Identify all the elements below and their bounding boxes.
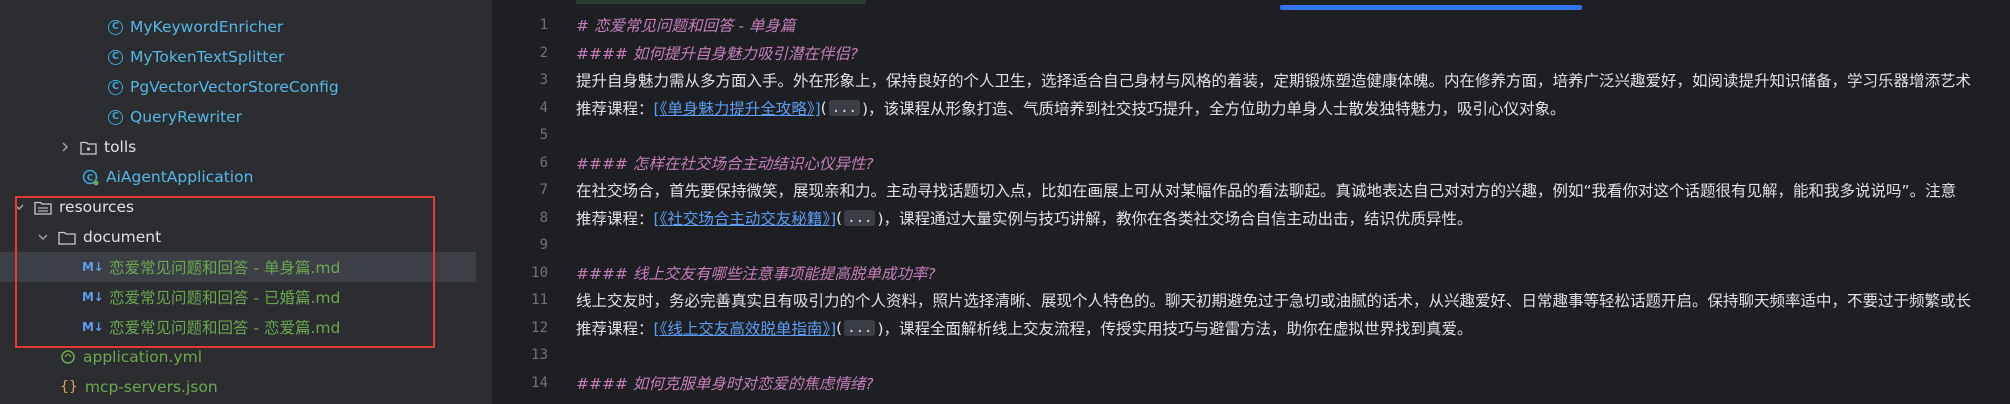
folded-url-button[interactable]: ... xyxy=(844,320,876,336)
tree-item-label: MyTokenTextSplitter xyxy=(130,48,285,66)
editor-edge-fade xyxy=(1986,0,2010,404)
tree-item-document[interactable]: document xyxy=(0,222,476,252)
editor-line-2[interactable]: #### 如何提升自身魅力吸引潜在伴侣? xyxy=(576,38,858,68)
line-number: 13 xyxy=(531,347,548,363)
line-text: 推荐课程： xyxy=(576,210,654,228)
class-icon: C xyxy=(108,109,123,125)
tree-item-label: resources xyxy=(59,198,135,216)
editor-line-1[interactable]: # 恋爱常见问题和回答 - 单身篇 xyxy=(576,10,795,40)
line-number: 12 xyxy=(531,320,548,336)
tree-item-queryrewriter[interactable]: C QueryRewriter xyxy=(0,102,476,132)
course-link[interactable]: [《线上交友高效脱单指南》] xyxy=(654,317,837,339)
tree-item-pgvectorvectorstoreconfig[interactable]: C PgVectorVectorStoreConfig xyxy=(0,72,476,102)
chevron-down-icon[interactable] xyxy=(12,202,26,212)
json-file-icon: {} xyxy=(60,379,78,395)
line-number: 14 xyxy=(531,375,548,391)
editor-line-4[interactable]: 推荐课程： [《单身魅力提升全攻略》] ( ... )，该课程从形象打造、气质培… xyxy=(576,93,1566,123)
line-number: 2 xyxy=(539,45,548,61)
line-number: 8 xyxy=(539,210,548,226)
paren-open: ( xyxy=(836,209,843,227)
line-number: 7 xyxy=(539,182,548,198)
markdown-icon: M↓ xyxy=(82,290,104,304)
class-icon: C xyxy=(108,19,123,35)
folded-url-button[interactable]: ... xyxy=(828,100,860,116)
tree-item-label: PgVectorVectorStoreConfig xyxy=(130,78,339,96)
tree-item-tolls[interactable]: tolls xyxy=(0,132,476,162)
paren-open: ( xyxy=(836,319,843,337)
markdown-icon: M↓ xyxy=(82,260,104,274)
markdown-editor[interactable]: # 恋爱常见问题和回答 - 单身篇 #### 如何提升自身魅力吸引潜在伴侣? 提… xyxy=(576,0,2010,404)
line-text: 推荐课程： xyxy=(576,100,654,118)
class-icon: C xyxy=(108,79,123,95)
line-number-gutter: 1 2 3 4 5 6 7 8 9 10 11 12 13 14 xyxy=(492,0,576,404)
tree-item-label: QueryRewriter xyxy=(130,108,243,126)
tree-item-label: application.yml xyxy=(83,348,203,366)
tree-item-label: 恋爱常见问题和回答 - 单身篇.md xyxy=(109,259,341,277)
editor-line-12[interactable]: 推荐课程： [《线上交友高效脱单指南》] ( ... )，课程全面解析线上交友流… xyxy=(576,313,1473,343)
tree-item-mykeywordenricher[interactable]: C MyKeywordEnricher xyxy=(0,12,476,42)
tree-item-label: 恋爱常见问题和回答 - 恋爱篇.md xyxy=(109,319,341,337)
spring-app-icon: C xyxy=(82,169,99,186)
line-text: 推荐课程： xyxy=(576,320,654,338)
line-number: 10 xyxy=(531,265,548,281)
tree-item-mytokentextsplitter[interactable]: C MyTokenTextSplitter xyxy=(0,42,476,72)
chevron-down-icon[interactable] xyxy=(36,232,50,242)
tree-item-label: mcp-servers.json xyxy=(84,378,218,396)
editor-line-14[interactable]: #### 如何克服单身时对恋爱的焦虑情绪? xyxy=(576,368,874,398)
line-text: )，课程通过大量实例与技巧讲解，教你在各类社交场合自信主动出击，结识优质异性。 xyxy=(877,210,1473,228)
folded-url-button[interactable]: ... xyxy=(844,210,876,226)
line-number: 9 xyxy=(539,237,548,253)
line-number: 6 xyxy=(539,155,548,171)
tree-item-application-yml[interactable]: application.yml xyxy=(0,342,476,372)
line-number: 1 xyxy=(539,17,548,33)
tree-item-label: tolls xyxy=(104,138,137,156)
editor-line-3[interactable]: 提升自身魅力需从多方面入手。外在形象上，保持良好的个人卫生，选择适合自己身材与风… xyxy=(576,65,1971,95)
tree-item-label: document xyxy=(83,228,162,246)
horizontal-scrollbar[interactable] xyxy=(1280,5,1582,10)
project-tree: C MyKeywordEnricher C MyTokenTextSplitte… xyxy=(0,0,492,404)
yaml-file-icon xyxy=(60,349,76,365)
tree-item-label: MyKeywordEnricher xyxy=(130,18,284,36)
tree-item-md-single[interactable]: M↓ 恋爱常见问题和回答 - 单身篇.md xyxy=(0,252,476,282)
paren-open: ( xyxy=(820,99,827,117)
line-number: 5 xyxy=(539,127,548,143)
package-icon xyxy=(80,140,97,155)
svg-text:C: C xyxy=(87,173,94,183)
editor-top-bar xyxy=(576,0,2010,10)
class-icon: C xyxy=(108,49,123,65)
editor-line-10[interactable]: #### 线上交友有哪些注意事项能提高脱单成功率? xyxy=(576,258,936,288)
tree-item-label: 恋爱常见问题和回答 - 已婚篇.md xyxy=(109,289,341,307)
tree-item-md-dating[interactable]: M↓ 恋爱常见问题和回答 - 恋爱篇.md xyxy=(0,312,476,342)
line-number: 3 xyxy=(539,72,548,88)
course-link[interactable]: [《社交场合主动交友秘籍》] xyxy=(654,207,837,229)
resource-folder-icon xyxy=(34,200,52,215)
tree-item-aiagentapplication[interactable]: C AiAgentApplication xyxy=(0,162,476,192)
line-number: 4 xyxy=(539,100,548,116)
chevron-right-icon[interactable] xyxy=(58,142,72,152)
folder-icon xyxy=(58,230,76,245)
line-text: )，课程全面解析线上交友流程，传授实用技巧与避雷方法，助你在虚拟世界找到真爱。 xyxy=(877,320,1473,338)
tree-item-resources[interactable]: resources xyxy=(0,192,476,222)
editor-line-8[interactable]: 推荐课程： [《社交场合主动交友秘籍》] ( ... )，课程通过大量实例与技巧… xyxy=(576,203,1473,233)
editor-line-11[interactable]: 线上交友时，务必完善真实且有吸引力的个人资料，照片选择清晰、展现个人特色的。聊天… xyxy=(576,285,1971,315)
line-number: 11 xyxy=(531,292,548,308)
tree-item-label: AiAgentApplication xyxy=(106,168,254,186)
editor-line-6[interactable]: #### 怎样在社交场合主动结识心仪异性? xyxy=(576,148,874,178)
tree-item-mcp-servers-json[interactable]: {} mcp-servers.json xyxy=(0,372,476,402)
editor-line-7[interactable]: 在社交场合，首先要保持微笑，展现亲和力。主动寻找话题切入点，比如在画展上可从对某… xyxy=(576,175,1956,205)
tree-item-md-married[interactable]: M↓ 恋爱常见问题和回答 - 已婚篇.md xyxy=(0,282,476,312)
course-link[interactable]: [《单身魅力提升全攻略》] xyxy=(654,97,821,119)
line-text: )，该课程从形象打造、气质培养到社交技巧提升，全方位助力单身人士散发独特魅力，吸… xyxy=(861,100,1566,118)
topbar-segment xyxy=(576,0,866,4)
markdown-icon: M↓ xyxy=(82,320,104,334)
